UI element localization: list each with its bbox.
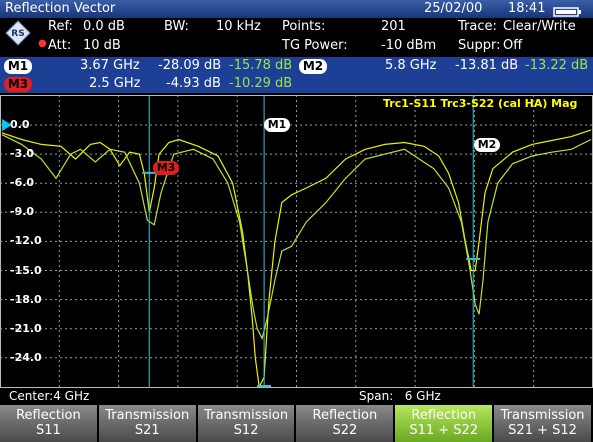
points-label: Points: <box>282 19 326 34</box>
marker-m1-frequency: 3.67 GHz <box>80 58 140 73</box>
title-bar: Reflection Vector 25/02/00 18:41 <box>0 0 593 18</box>
marker-m2-value-s11: -13.81 dB <box>455 58 519 73</box>
softkey-reflection-s11[interactable]: Reflection S11 <box>0 405 99 442</box>
marker-m1-badge[interactable]: M1 <box>4 59 32 74</box>
att-indicator-icon: ● <box>38 38 47 49</box>
y-tick-label: -24.0 <box>10 350 42 364</box>
ref-label: Ref: <box>48 19 73 34</box>
svg-text:RS: RS <box>11 29 24 39</box>
marker-m3-badge[interactable]: M3 <box>4 77 32 92</box>
tg-power-value[interactable]: -10 dBm <box>381 38 436 53</box>
att-value[interactable]: 10 dB <box>83 38 121 53</box>
att-label: Att: <box>48 38 72 53</box>
softkey-transmission-s21-s12[interactable]: Transmission S21 + S12 <box>494 405 593 442</box>
y-tick-label: 0.0 <box>10 118 30 131</box>
marker-m2-value-s22: -13.22 dB <box>525 58 589 73</box>
softkey-reflection-s22[interactable]: Reflection S22 <box>296 405 396 442</box>
trace-value[interactable]: Clear/Write <box>503 19 576 34</box>
trace-plot[interactable]: Trc1-S11 Trc3-S22 (cal HA) Mag 0.0 -3.0 -6… <box>0 95 593 388</box>
span-frequency[interactable]: Span: 6 GHz <box>359 389 441 403</box>
suppr-value[interactable]: Off <box>503 38 522 53</box>
tg-power-label: TG Power: <box>282 38 348 53</box>
marker-row-2: M3 2.5 GHz -4.93 dB -10.29 dB <box>0 75 593 93</box>
trace-line-trc1-s11 <box>1 129 592 388</box>
softkey-bar: Reflection S11 Transmission S21 Transmissi… <box>0 405 593 442</box>
y-tick-label: -6.0 <box>10 176 35 190</box>
marker-m1-value-s22: -15.78 dB <box>229 58 293 73</box>
softkey-line1: Transmission <box>105 408 190 423</box>
trace-legend: Trc1-S11 Trc3-S22 (cal HA) Mag <box>383 97 578 110</box>
bw-value[interactable]: 10 kHz <box>216 19 261 34</box>
softkey-line1: Reflection <box>312 408 378 423</box>
marker-m3-value-s22: -10.29 dB <box>229 76 293 91</box>
center-value: 4 GHz <box>53 389 90 403</box>
span-value: 6 GHz <box>404 389 441 403</box>
softkey-line1: Transmission <box>204 408 289 423</box>
date-display: 25/02/00 <box>424 1 483 16</box>
frequency-footer: Center:4 GHz Span: 6 GHz <box>0 388 593 405</box>
softkey-line1: Reflection <box>16 408 81 423</box>
softkey-line1: Reflection <box>411 408 477 423</box>
y-tick-label: -21.0 <box>10 321 42 335</box>
trace-label: Trace: <box>458 19 497 34</box>
window-title: Reflection Vector <box>5 1 116 16</box>
softkey-line1: Transmission <box>500 408 585 423</box>
marker-m1-value-s11: -28.09 dB <box>158 58 222 73</box>
center-label: Center: <box>9 389 54 403</box>
bw-label: BW: <box>164 19 189 34</box>
softkey-transmission-s21[interactable]: Transmission S21 <box>98 405 198 442</box>
center-frequency[interactable]: Center:4 GHz <box>9 389 89 403</box>
marker-m2-badge[interactable]: M2 <box>299 59 327 74</box>
softkey-line2: S21 <box>134 423 160 438</box>
y-tick-label: -18.0 <box>10 292 42 306</box>
suppr-label: Suppr: <box>458 38 501 53</box>
y-tick-label: -15.0 <box>10 263 42 277</box>
y-tick-label: -12.0 <box>10 234 42 248</box>
ref-value[interactable]: 0.0 dB <box>83 19 125 34</box>
softkey-line2: S11 <box>36 423 61 438</box>
marker-m1-label[interactable]: M1 <box>264 118 290 132</box>
marker-m3-frequency: 2.5 GHz <box>89 76 141 91</box>
marker-m2-label[interactable]: M2 <box>474 138 500 152</box>
trace-plot-canvas <box>0 95 593 388</box>
y-tick-label: -3.0 <box>10 147 35 161</box>
span-label: Span: <box>359 389 394 403</box>
time-display: 18:41 <box>508 1 546 16</box>
softkey-transmission-s12[interactable]: Transmission S12 <box>197 405 297 442</box>
marker-m2-frequency: 5.8 GHz <box>385 58 437 73</box>
softkey-line2: S12 <box>233 423 259 438</box>
softkey-line2: S21 + S12 <box>508 423 577 438</box>
softkey-reflection-s11-s22[interactable]: Reflection S11 + S22 <box>395 405 495 442</box>
marker-m3-label[interactable]: M3 <box>153 161 179 175</box>
softkey-line2: S11 + S22 <box>409 423 479 438</box>
y-tick-label: -9.0 <box>10 205 35 219</box>
marker-row-1: M1 3.67 GHz -28.09 dB -15.78 dB M2 5.8 G… <box>0 57 593 75</box>
ref-level-arrow-icon <box>2 119 12 131</box>
rohde-schwarz-logo-icon: RS <box>5 20 31 46</box>
marker-m3-value-s11: -4.93 dB <box>166 76 221 91</box>
points-value[interactable]: 201 <box>381 19 406 34</box>
softkey-line2: S22 <box>332 423 358 438</box>
